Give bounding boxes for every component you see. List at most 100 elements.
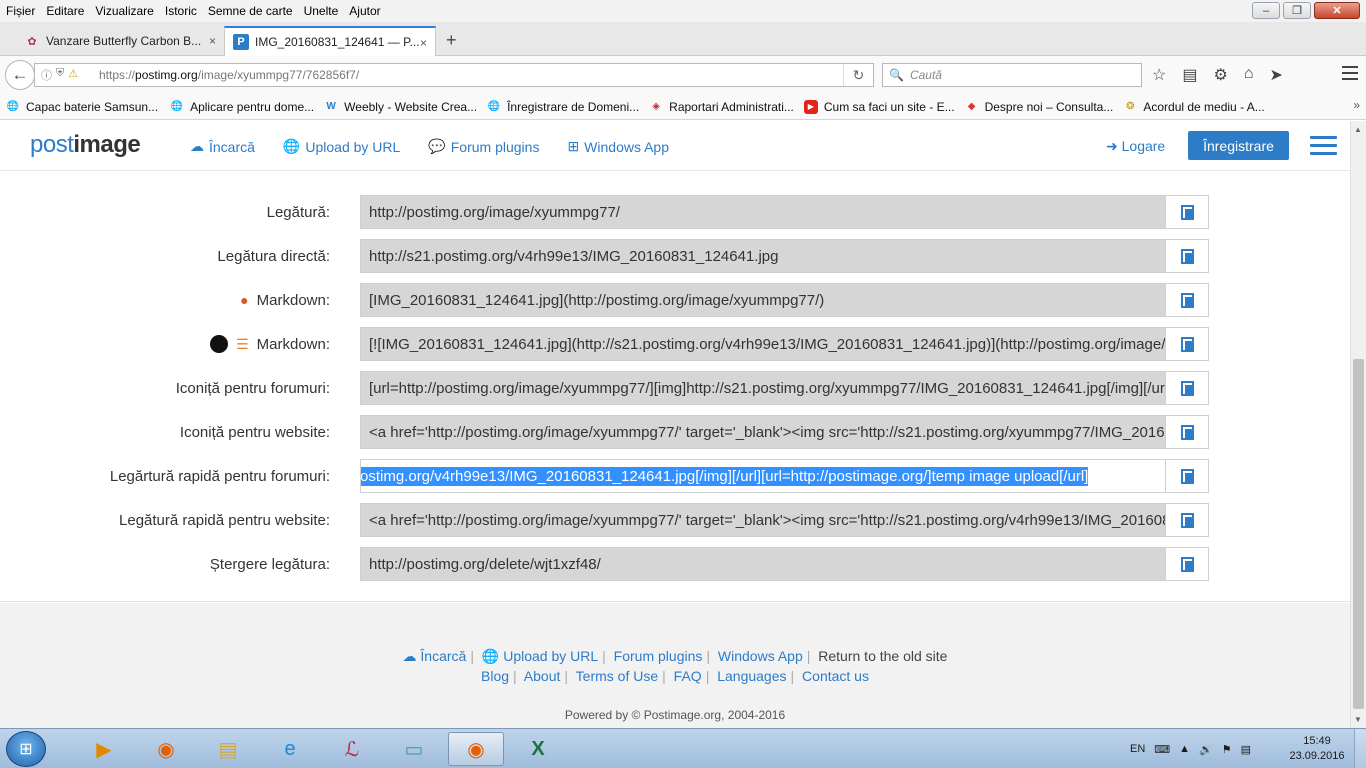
diamond-icon: ◆ (967, 101, 976, 112)
bookmark-item[interactable]: 🌐 Capac baterie Samsun... (6, 100, 158, 114)
copy-button[interactable] (1165, 371, 1209, 405)
code-field[interactable]: http://postimg.org/image/xyummpg77/ (360, 195, 1166, 229)
tab-postimage[interactable]: P IMG_20160831_124641 — P... × (224, 26, 436, 56)
taskbar-app-glass[interactable]: ▭ (386, 732, 442, 766)
code-field[interactable]: http://postimg.org/delete/wjt1xzf48/ (360, 547, 1166, 581)
nav-upload[interactable]: ☁ Încarcă (190, 138, 255, 155)
restore-button[interactable]: ❐ (1283, 2, 1311, 19)
search-input[interactable]: 🔍 Caută (882, 63, 1142, 87)
reload-icon[interactable]: ↻ (843, 64, 873, 86)
taskbar-ie[interactable]: e (262, 732, 318, 766)
footer-link-forum-plugins[interactable]: Forum plugins (614, 648, 703, 664)
gear-icon[interactable]: ⚙ (1213, 65, 1227, 85)
footer-link-blog[interactable]: Blog (481, 668, 509, 684)
back-button[interactable]: ← (5, 60, 35, 90)
start-button[interactable]: ⊞ (6, 731, 46, 767)
page-scrollbar[interactable]: ▲ ▼ (1350, 121, 1366, 728)
taskbar-app-red[interactable]: ℒ (324, 732, 380, 766)
menu-edit[interactable]: Editare (40, 4, 89, 18)
home-icon[interactable]: ⌂ (1244, 65, 1254, 85)
reading-list-icon[interactable]: ▤ (1182, 65, 1197, 85)
copy-button[interactable] (1165, 195, 1209, 229)
label-text: Iconiță pentru forumuri: (175, 379, 330, 397)
chevron-up-icon[interactable]: ▲ (1179, 743, 1190, 755)
code-field[interactable]: [![IMG_20160831_124641.jpg](http://s21.p… (360, 327, 1166, 361)
menu-bookmarks[interactable]: Semne de carte (202, 4, 298, 18)
flag-icon[interactable]: ⚑ (1222, 743, 1232, 756)
volume-icon[interactable]: 🔊 (1199, 743, 1213, 756)
logo-image: image (73, 131, 141, 158)
footer-link-languages[interactable]: Languages (717, 668, 786, 684)
chevron-right-icon[interactable]: » (1353, 98, 1360, 112)
code-field[interactable]: <a href='http://postimg.org/image/xyummp… (360, 415, 1166, 449)
nav-upload-by-url[interactable]: 🌐 Upload by URL (283, 138, 400, 155)
show-desktop-button[interactable] (1354, 729, 1366, 768)
bookmark-item[interactable]: 🌐 Înregistrare de Domeni... (487, 100, 639, 114)
taskbar-explorer[interactable]: ▤ (200, 732, 256, 766)
copy-button[interactable] (1165, 327, 1209, 361)
clock[interactable]: 15:49 23.09.2016 (1284, 734, 1350, 764)
site-identity[interactable]: ⓘ ⛨ ⚠ (35, 67, 99, 83)
code-field[interactable]: [url=http://postimg.org/image/xyummpg77/… (360, 371, 1166, 405)
minimize-button[interactable]: – (1252, 2, 1280, 19)
site-menu-icon[interactable] (1310, 136, 1337, 160)
menu-file[interactable]: Fișier (0, 4, 40, 18)
footer-link-contact[interactable]: Contact us (802, 668, 869, 684)
taskbar-excel[interactable]: X (510, 732, 566, 766)
bookmark-item[interactable]: ❂ Acordul de mediu - A... (1123, 100, 1265, 114)
copy-button[interactable] (1165, 503, 1209, 537)
register-button[interactable]: Înregistrare (1188, 131, 1289, 160)
code-field[interactable]: [IMG_20160831_124641.jpg](http://postimg… (360, 283, 1166, 317)
taskbar-media-player[interactable]: ▶ (76, 732, 132, 766)
nav-windows-app[interactable]: ⊞ Windows App (567, 138, 669, 155)
network-icon[interactable]: ▤ (1241, 743, 1251, 756)
scroll-up-arrow-icon[interactable]: ▲ (1354, 125, 1362, 134)
footer-link-upload[interactable]: Încarcă (420, 648, 466, 664)
close-tab-icon[interactable]: × (209, 34, 216, 48)
taskbar-firefox-pinned[interactable]: ◉ (138, 732, 194, 766)
login-link[interactable]: ➜ Logare (1106, 138, 1165, 155)
taskbar-firefox-active[interactable]: ◉ (448, 732, 504, 766)
bookmark-item[interactable]: ▶ Cum sa faci un site - E... (803, 99, 955, 114)
copy-button[interactable] (1165, 547, 1209, 581)
keyboard-icon[interactable]: ⌨ (1154, 743, 1170, 756)
copy-button[interactable] (1165, 415, 1209, 449)
menu-view[interactable]: Vizualizare (89, 4, 158, 18)
code-field[interactable]: <a href='http://postimg.org/image/xyummp… (360, 503, 1166, 537)
bookmark-item[interactable]: ◆ Despre noi – Consulta... (965, 100, 1114, 114)
bookmark-item[interactable]: W Weebly - Website Crea... (324, 100, 477, 114)
footer-link-windows-app[interactable]: Windows App (718, 648, 803, 664)
footer-link-about[interactable]: About (524, 668, 561, 684)
copy-button[interactable] (1165, 239, 1209, 273)
bookmark-star-icon[interactable]: ☆ (1152, 65, 1166, 85)
copy-button[interactable] (1165, 459, 1209, 493)
bookmark-item[interactable]: ◈ Raportari Administrati... (649, 100, 794, 114)
close-window-button[interactable]: ✕ (1314, 2, 1360, 19)
code-field[interactable]: http://s21.postimg.org/v4rh99e13/IMG_201… (360, 239, 1166, 273)
menu-tools[interactable]: Unelte (298, 4, 344, 18)
scroll-down-arrow-icon[interactable]: ▼ (1354, 715, 1362, 724)
scrollbar-thumb[interactable] (1353, 359, 1364, 709)
footer-link-upload-url[interactable]: Upload by URL (503, 648, 598, 664)
footer-link-faq[interactable]: FAQ (674, 668, 702, 684)
address-bar[interactable]: ⓘ ⛨ ⚠ https://postimg.org/image/xyummpg7… (34, 63, 874, 87)
bookmark-label: Weebly - Website Crea... (344, 99, 478, 114)
footer-link-terms[interactable]: Terms of Use (576, 668, 658, 684)
tab-butterfly[interactable]: ✿ Vanzare Butterfly Carbon B... × (16, 26, 224, 56)
postimage-logo[interactable]: postimage (30, 131, 141, 159)
code-field-selected[interactable]: ostimg.org/v4rh99e13/IMG_20160831_124641… (360, 459, 1166, 493)
menu-history[interactable]: Istoric (159, 4, 202, 18)
close-tab-icon[interactable]: × (420, 36, 427, 50)
menu-help[interactable]: Ajutor (343, 4, 385, 18)
url-text[interactable]: https://postimg.org/image/xyummpg77/7628… (99, 68, 843, 82)
footer-link-old-site[interactable]: Return to the old site (818, 648, 947, 664)
nav-forum-plugins[interactable]: 💬 Forum plugins (428, 138, 539, 155)
footer-primary-links: ☁ Încarcă | 🌐 Upload by URL | Forum plugin… (402, 648, 948, 664)
send-icon[interactable]: ➤ (1269, 65, 1282, 85)
open-menu-icon[interactable] (1342, 66, 1358, 84)
new-tab-button[interactable]: + (446, 30, 457, 51)
language-indicator[interactable]: EN (1130, 743, 1145, 755)
copy-button[interactable] (1165, 283, 1209, 317)
bookmark-item[interactable]: 🌐 Aplicare pentru dome... (170, 100, 314, 114)
logo-post: post (30, 131, 74, 158)
